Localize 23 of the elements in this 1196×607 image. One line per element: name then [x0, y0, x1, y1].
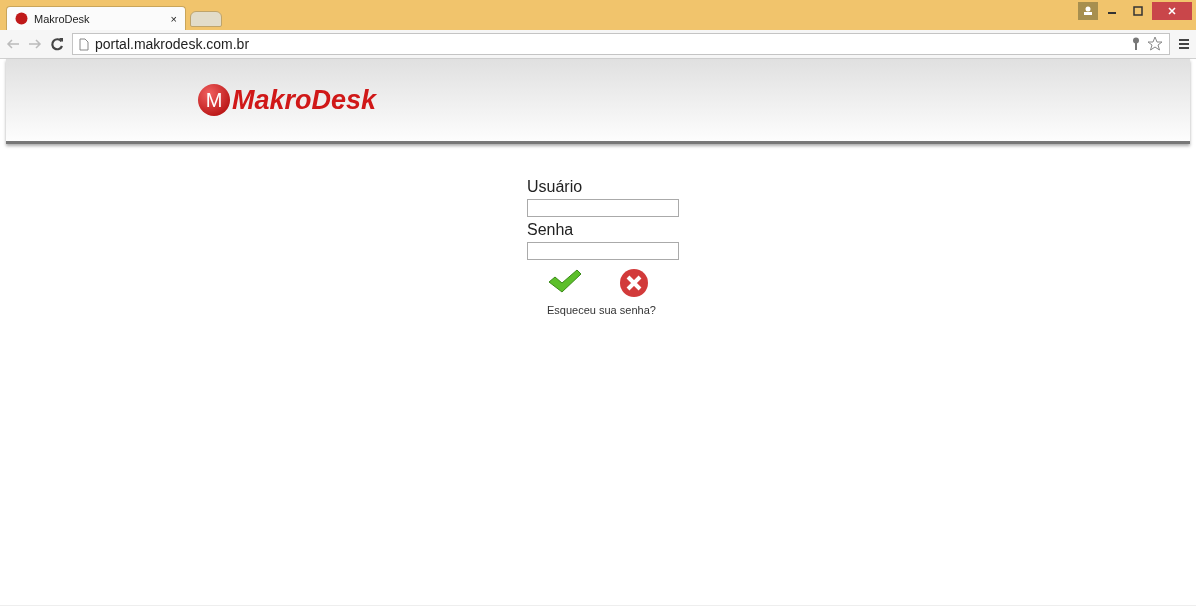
browser-tab[interactable]: MakroDesk ×	[6, 6, 186, 30]
forgot-password-link[interactable]: Esqueceu sua senha?	[547, 304, 679, 316]
new-tab-button[interactable]	[190, 11, 222, 27]
address-bar[interactable]: portal.makrodesk.com.br	[72, 33, 1170, 55]
input-field[interactable]	[527, 242, 679, 260]
page-icon	[79, 37, 89, 51]
star-icon[interactable]	[1147, 36, 1163, 52]
input-field[interactable]	[527, 199, 679, 217]
logo-mark: M	[198, 84, 230, 116]
field-label: Usuário	[527, 178, 584, 196]
check-icon[interactable]	[547, 268, 583, 294]
back-icon[interactable]	[6, 38, 20, 50]
tab-title: MakroDesk	[34, 12, 91, 25]
tab-close[interactable]: ×	[170, 12, 177, 25]
field-label: Senha	[527, 221, 575, 239]
key-icon[interactable]	[1131, 37, 1141, 51]
favicon-icon	[15, 12, 28, 25]
cancel-icon[interactable]	[619, 268, 649, 298]
reload-icon[interactable]	[50, 37, 64, 51]
close-icon[interactable]	[1152, 2, 1192, 20]
menu-icon[interactable]	[1178, 38, 1190, 50]
logo-text: MakroDesk	[232, 84, 377, 116]
forward-icon[interactable]	[28, 38, 42, 50]
